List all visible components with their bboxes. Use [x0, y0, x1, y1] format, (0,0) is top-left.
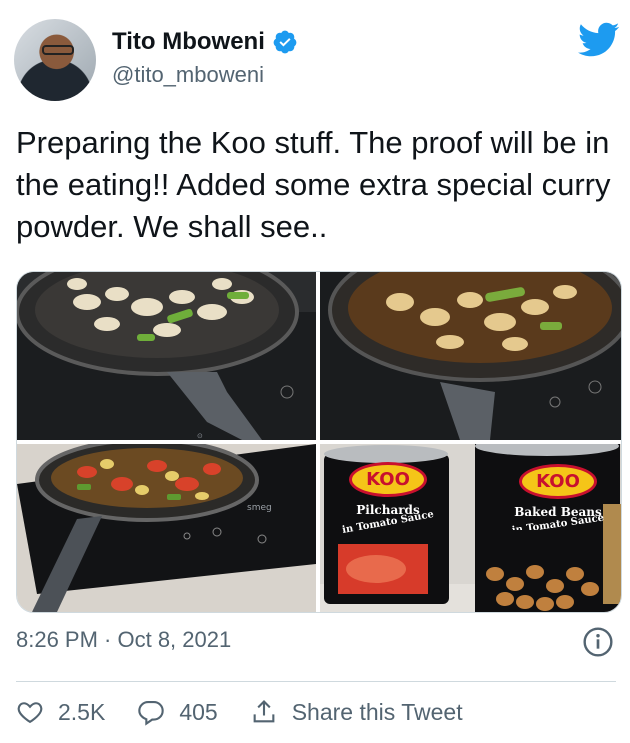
tweet-actions: 2.5K 405 Share this Tweet: [16, 698, 495, 726]
reply-button[interactable]: 405: [137, 698, 218, 726]
share-button[interactable]: Share this Tweet: [250, 698, 463, 726]
tweet-text: Preparing the Koo stuff. The proof will …: [16, 125, 611, 244]
reply-icon: [138, 701, 165, 726]
share-icon: [253, 700, 275, 723]
can-label-beans: KOO Baked Beans in Tomato Sauce: [498, 464, 618, 530]
heart-icon: [17, 702, 43, 724]
photo-koo-cans[interactable]: KOO Pilchards in Tomato Sauce KOO Baked …: [320, 444, 621, 612]
author-name[interactable]: Tito Mboweni: [112, 28, 265, 56]
like-button[interactable]: 2.5K: [16, 698, 105, 726]
onions-pan-graphic: ⊙: [17, 272, 316, 440]
svg-text:⊙: ⊙: [197, 432, 203, 440]
author-name-row: Tito Mboweni: [112, 28, 298, 56]
photo-tomato-pan[interactable]: smeg: [17, 444, 316, 612]
share-label: Share this Tweet: [291, 698, 463, 725]
reply-count: 405: [179, 698, 218, 725]
like-count: 2.5K: [58, 698, 106, 725]
avatar-glasses: [42, 45, 74, 55]
author-avatar[interactable]: [14, 19, 96, 101]
koo-logo-2: KOO: [519, 464, 597, 499]
tweet-timestamp[interactable]: 8:26 PM · Oct 8, 2021: [16, 627, 231, 653]
koo-logo-1: KOO: [349, 462, 427, 497]
photo-onions-browned[interactable]: [320, 272, 621, 440]
author-handle[interactable]: @tito_mboweni: [112, 62, 264, 88]
media-grid[interactable]: ⊙ smeg KOO Pilchards in Tomato Sauce KOO…: [16, 271, 622, 613]
verified-badge-icon: [273, 30, 297, 54]
onions-browned-graphic: [320, 272, 621, 440]
tomato-pan-graphic: smeg: [17, 444, 316, 612]
can-label-pilchards: KOO Pilchards in Tomato Sauce: [328, 462, 448, 536]
info-icon[interactable]: [582, 626, 614, 658]
stove-brand: smeg: [247, 503, 272, 513]
divider: [16, 681, 616, 682]
photo-onions-pan[interactable]: ⊙: [17, 272, 316, 440]
twitter-bird-icon[interactable]: [578, 22, 620, 58]
